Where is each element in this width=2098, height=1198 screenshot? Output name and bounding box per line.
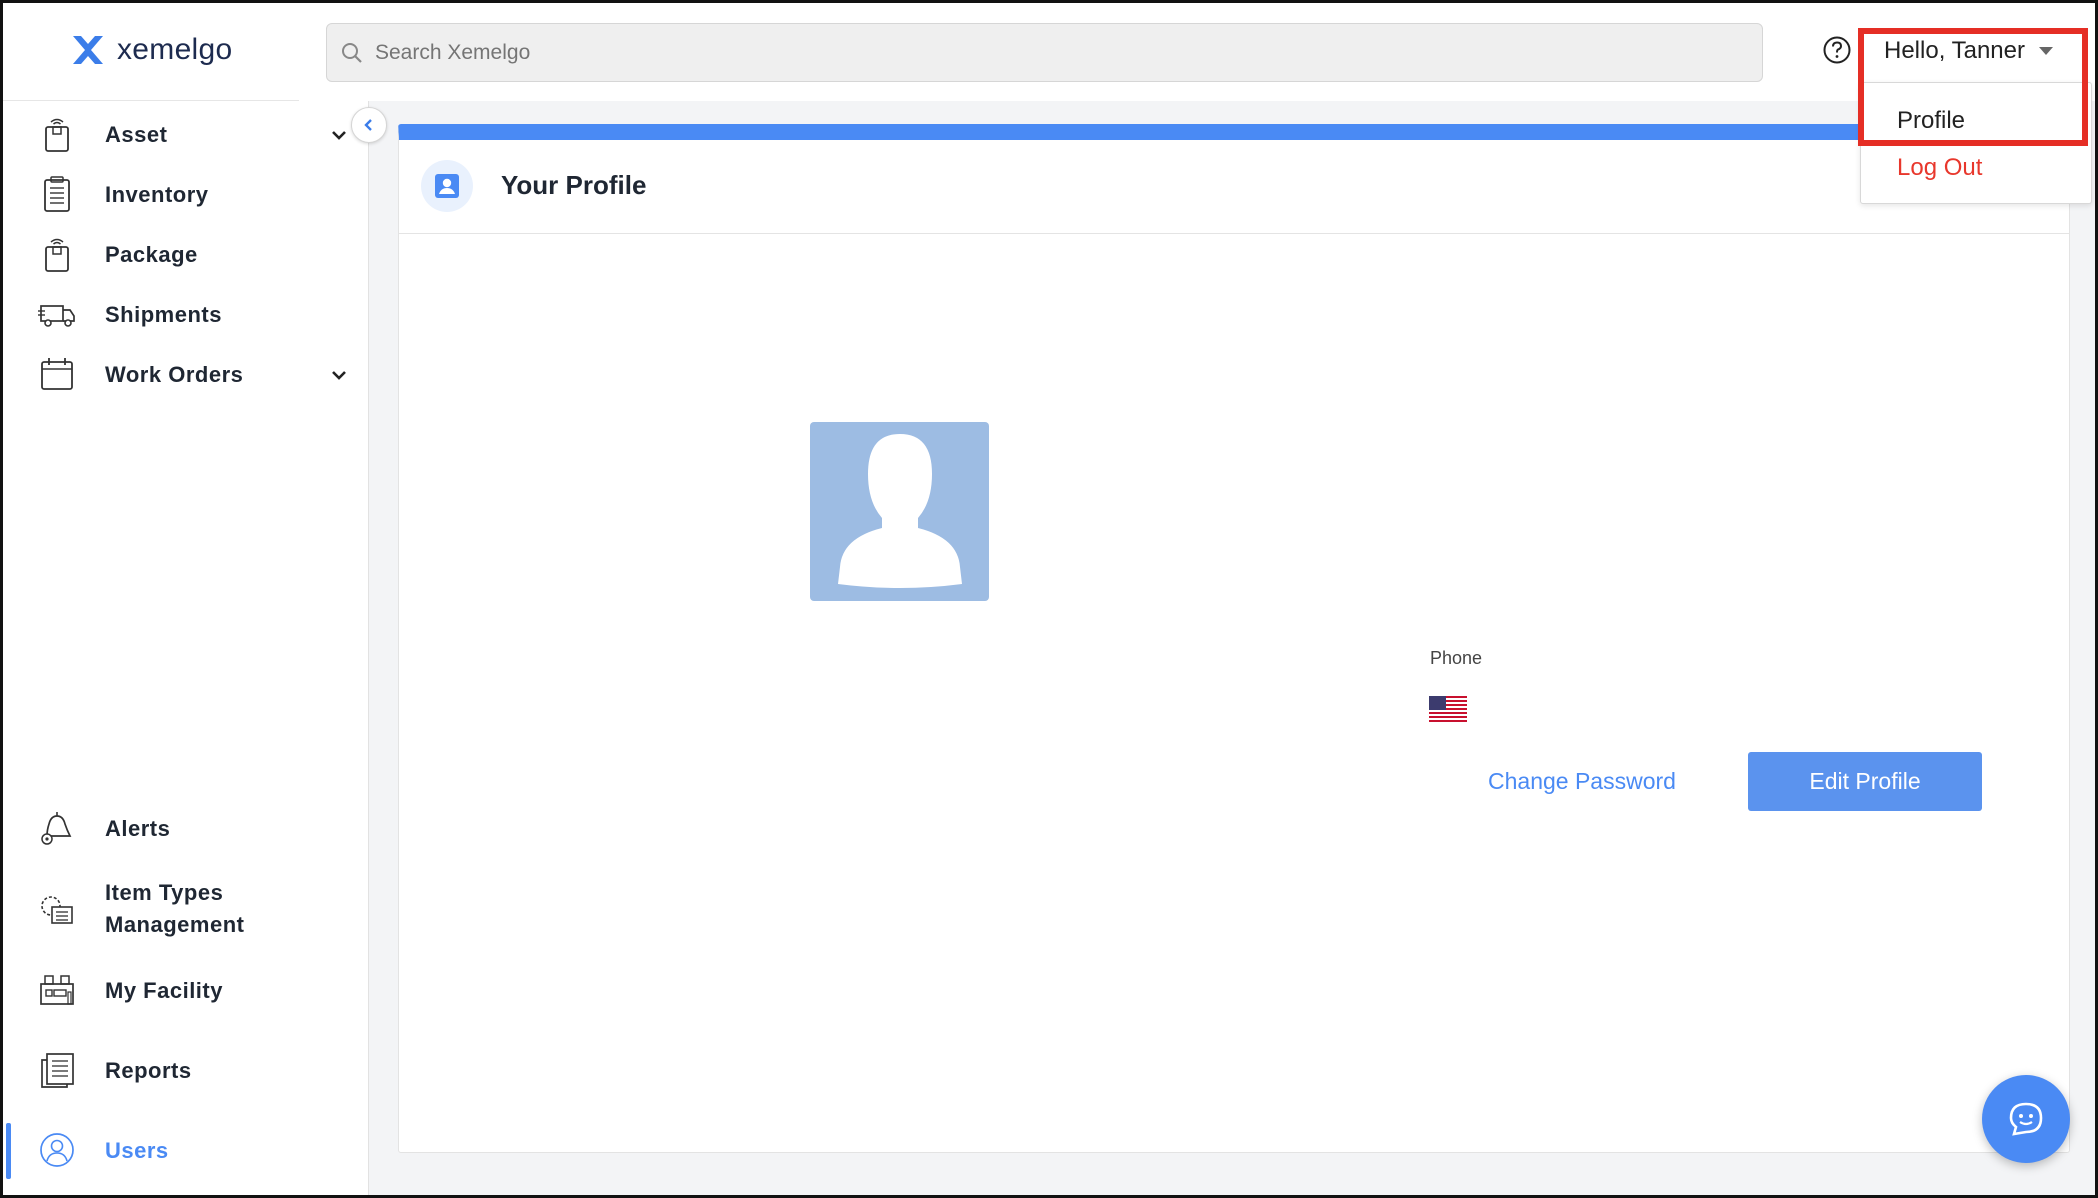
package-icon <box>45 238 69 272</box>
chevron-left-icon <box>364 119 372 131</box>
sidebar-item-label: Reports <box>105 1058 192 1083</box>
edit-profile-button[interactable]: Edit Profile <box>1748 752 1982 811</box>
sidebar-item-my-facility[interactable]: My Facility <box>3 963 369 1019</box>
avatar <box>810 422 989 601</box>
chat-button[interactable] <box>1982 1075 2070 1163</box>
sidebar-item-users[interactable]: Users <box>3 1123 369 1179</box>
profile-badge-icon <box>421 160 473 212</box>
page-title: Your Profile <box>501 170 647 200</box>
sidebar-item-inventory[interactable]: Inventory <box>3 167 369 223</box>
menu-item-log-out[interactable]: Log Out <box>1897 154 1982 182</box>
sidebar-item-item-types-management[interactable]: Item Types Management <box>3 875 369 945</box>
change-password-link[interactable]: Change Password <box>1488 768 1676 795</box>
profile-card-header: Your Profile <box>399 140 2069 234</box>
profile-card: Your Profile <box>398 124 2070 1153</box>
sidebar-item-label: Work Orders <box>105 362 244 387</box>
user-menu-toggle[interactable]: Hello, Tanner <box>1860 22 2082 80</box>
user-greeting: Hello, Tanner <box>1884 37 2025 64</box>
sidebar-item-package[interactable]: Package <box>3 227 369 283</box>
truck-icon <box>38 305 75 327</box>
search-input[interactable] <box>375 40 1725 65</box>
search-icon <box>342 42 362 63</box>
bell-icon <box>41 812 72 845</box>
reports-icon <box>41 1053 74 1088</box>
sidebar-item-label: Asset <box>105 122 168 147</box>
brand-name: xemelgo <box>117 33 233 66</box>
item-types-icon <box>41 896 73 924</box>
chevron-down-icon[interactable] <box>329 125 349 145</box>
search-bar[interactable] <box>326 23 1763 82</box>
chevron-down-icon[interactable] <box>329 365 349 385</box>
sidebar-item-label: My Facility <box>105 978 223 1003</box>
clipboard-icon <box>44 176 70 212</box>
sidebar-item-shipments[interactable]: Shipments <box>3 287 369 343</box>
user-silhouette-icon <box>838 434 962 588</box>
calendar-icon <box>41 358 73 390</box>
sidebar-item-label: Inventory <box>105 182 209 207</box>
sidebar-item-label: Item Types Management <box>105 880 245 937</box>
sidebar-divider <box>3 100 299 101</box>
sidebar-item-label: Shipments <box>105 302 222 327</box>
sidebar-item-label: Users <box>105 1138 169 1163</box>
sidebar: Asset Inventory Package Shipments Work O… <box>3 101 369 1195</box>
xemelgo-logo-icon <box>73 36 103 64</box>
sidebar-item-reports[interactable]: Reports <box>3 1043 369 1099</box>
help-icon[interactable] <box>1822 35 1852 65</box>
sidebar-item-asset[interactable]: Asset <box>3 107 369 163</box>
sidebar-item-label: Alerts <box>105 816 171 841</box>
phone-label: Phone <box>1430 648 1483 668</box>
menu-item-profile[interactable]: Profile <box>1897 107 1965 135</box>
caret-down-icon <box>2038 47 2053 55</box>
us-flag-icon[interactable] <box>1429 696 1467 722</box>
sidebar-item-alerts[interactable]: Alerts <box>3 801 369 857</box>
asset-icon <box>45 118 69 152</box>
user-dropdown-menu: Profile Log Out <box>1860 82 2092 204</box>
brand-logo[interactable]: xemelgo <box>71 33 233 67</box>
sidebar-item-work-orders[interactable]: Work Orders <box>3 347 369 403</box>
sidebar-collapse-button[interactable] <box>351 107 387 143</box>
sidebar-item-label: Package <box>105 242 198 267</box>
users-icon <box>40 1133 74 1167</box>
top-bar: xemelgo <box>3 3 2095 101</box>
facility-icon <box>40 975 74 1005</box>
chat-icon <box>2009 1102 2043 1136</box>
